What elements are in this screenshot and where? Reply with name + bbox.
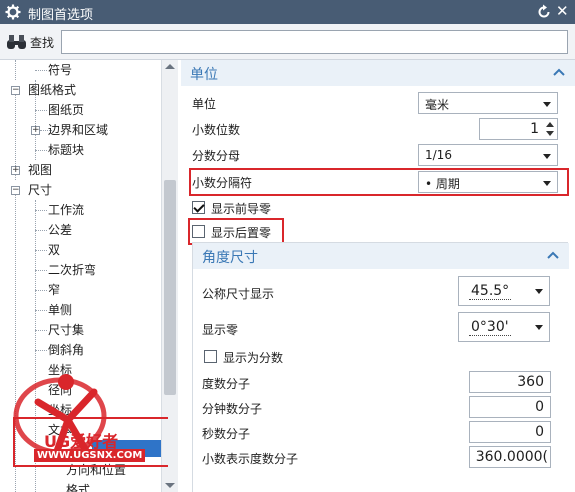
chevron-down-icon: [535, 325, 543, 330]
tree-item-drawing-format[interactable]: 图纸格式: [28, 80, 76, 100]
decimal-degree-numerator-field[interactable]: 360.0000(: [469, 446, 551, 468]
watermark-logo: [13, 374, 168, 467]
search-label: 查找: [30, 36, 55, 50]
units-section-header[interactable]: 单位: [181, 60, 575, 86]
tree-item-symbol[interactable]: 符号: [48, 60, 72, 80]
watermark: UG爱好者 WWW.UGSNX.COM: [8, 362, 168, 490]
unit-select[interactable]: 毫米: [418, 92, 558, 114]
expand-icon[interactable]: +: [31, 126, 40, 135]
settings-panel: 单位 单位 毫米 小数位数 1 分数分母 1/16 小数分隔符 • 周期 显示前…: [181, 60, 575, 492]
fraction-denominator-label: 分数分母: [192, 149, 241, 163]
nominal-display-select[interactable]: 45.5°: [458, 276, 550, 306]
show-zero-select[interactable]: 0°30': [458, 312, 550, 342]
decimal-places-stepper[interactable]: 1: [479, 118, 558, 140]
chevron-down-icon: [535, 289, 543, 294]
minute-numerator-field[interactable]: 0: [469, 396, 551, 418]
highlight-box: [189, 168, 569, 196]
search-bar: 查找: [0, 24, 575, 60]
tree-item-dimension[interactable]: 尺寸: [28, 180, 52, 200]
title-bar: 制图首选项 ✕: [0, 0, 575, 24]
watermark-url: WWW.UGSNX.COM: [34, 449, 146, 462]
fraction-denominator-select[interactable]: 1/16: [418, 144, 558, 166]
show-leading-zeros-label: 显示前导零: [211, 202, 272, 216]
angle-subpanel: 角度尺寸 公称尺寸显示 45.5° 显示零 0°30' 显示为分数 度数分子 3…: [192, 242, 569, 492]
spinner-icon[interactable]: [545, 121, 555, 137]
scroll-up-icon[interactable]: [165, 64, 175, 69]
degree-numerator-label: 度数分子: [202, 377, 251, 391]
expand-icon[interactable]: +: [11, 166, 20, 175]
unit-label: 单位: [192, 97, 217, 111]
tree-item-dimension-set[interactable]: 尺寸集: [48, 320, 84, 340]
decimal-places-label: 小数位数: [192, 123, 241, 137]
collapse-icon[interactable]: −: [11, 186, 20, 195]
minute-numerator-label: 分钟数分子: [202, 402, 263, 416]
tree-item-view[interactable]: 视图: [28, 160, 52, 180]
degree-numerator-field[interactable]: 360: [469, 371, 551, 393]
second-numerator-label: 秒数分子: [202, 427, 251, 441]
tree-item-one-sided[interactable]: 单侧: [48, 300, 72, 320]
tree-item-title-block[interactable]: 标题块: [48, 140, 84, 160]
show-zero-label: 显示零: [202, 323, 239, 337]
tree-item-chamfer[interactable]: 倒斜角: [48, 340, 84, 360]
window-title: 制图首选项: [28, 8, 94, 23]
tree-item-narrow[interactable]: 窄: [48, 280, 60, 300]
decimal-degree-numerator-label: 小数表示度数分子: [202, 452, 299, 466]
tree-item-tolerance[interactable]: 公差: [48, 220, 72, 240]
tree-item-drawing-sheet[interactable]: 图纸页: [48, 100, 84, 120]
show-leading-zeros-checkbox[interactable]: [192, 201, 205, 214]
tree-item-workflow[interactable]: 工作流: [48, 200, 84, 220]
gear-icon: [5, 4, 21, 20]
show-as-fraction-label: 显示为分数: [223, 351, 284, 365]
second-numerator-field[interactable]: 0: [469, 421, 551, 443]
tree-item-secondary-bend[interactable]: 二次折弯: [48, 260, 96, 280]
chevron-down-icon: [543, 154, 551, 159]
binoculars-icon: [7, 35, 26, 49]
nominal-display-label: 公称尺寸显示: [202, 287, 275, 301]
highlight-box: [188, 218, 284, 245]
show-as-fraction-checkbox[interactable]: [204, 350, 217, 363]
search-input[interactable]: [61, 30, 568, 54]
reset-icon[interactable]: [536, 4, 552, 20]
units-section-title: 单位: [190, 67, 218, 83]
chevron-up-icon[interactable]: [547, 250, 559, 260]
collapse-icon[interactable]: −: [11, 86, 20, 95]
tree-item-dual[interactable]: 双: [48, 240, 60, 260]
angle-section-title: 角度尺寸: [202, 250, 258, 266]
close-icon[interactable]: ✕: [556, 3, 569, 19]
chevron-down-icon: [543, 102, 551, 107]
chevron-up-icon[interactable]: [553, 67, 565, 77]
angle-section-header[interactable]: 角度尺寸: [193, 243, 569, 269]
tree-item-borders-zones[interactable]: 边界和区域: [48, 120, 108, 140]
